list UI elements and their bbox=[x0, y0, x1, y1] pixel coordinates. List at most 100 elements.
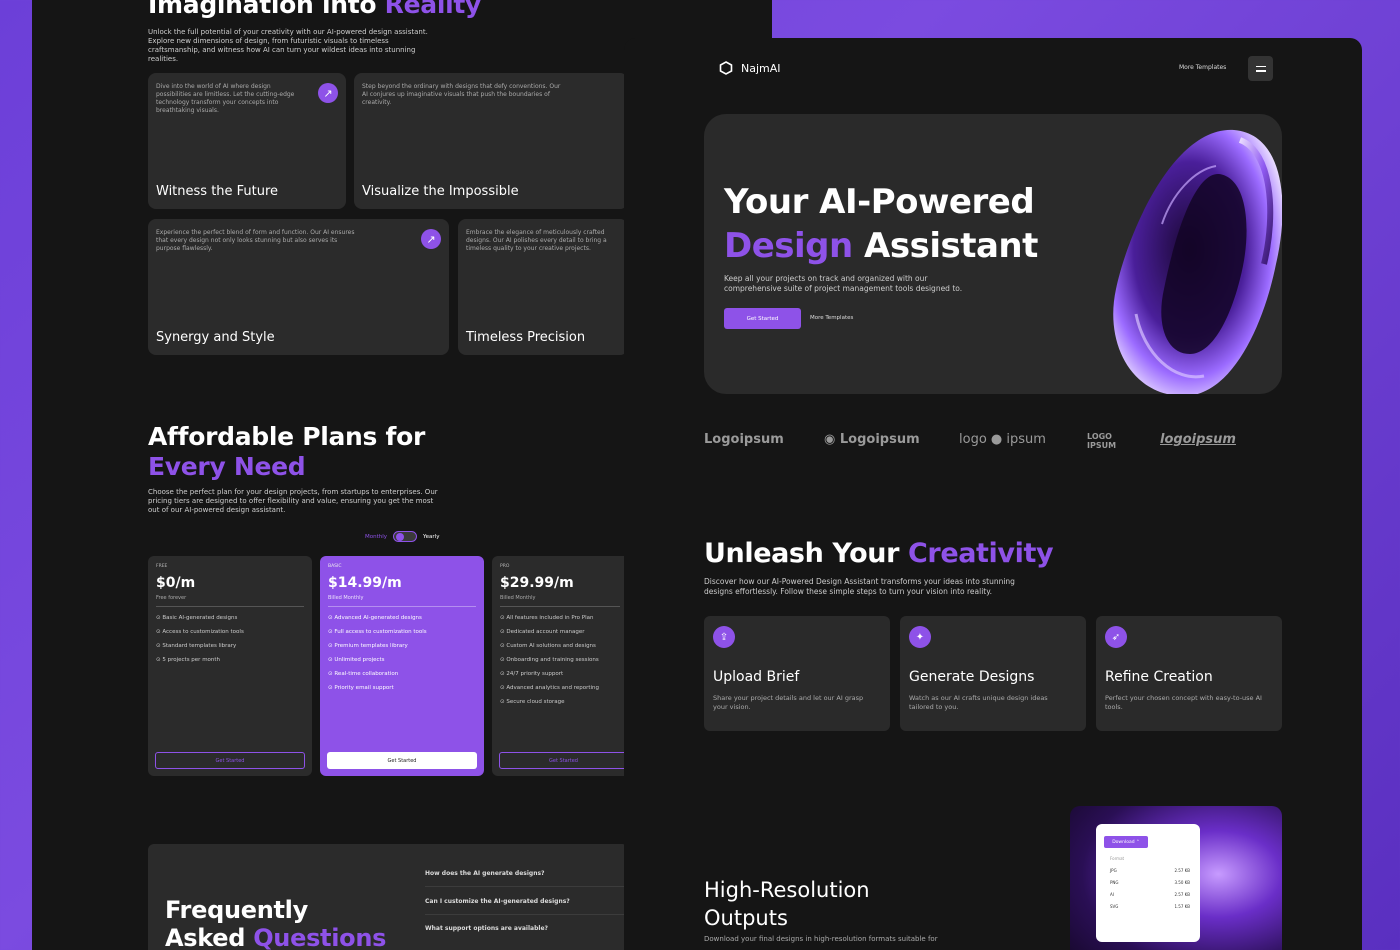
creativity-title-part: Unleash Your bbox=[704, 538, 908, 569]
outputs-title-line: Outputs bbox=[704, 906, 788, 930]
right-page: NajmAI More Templates Your AI-Powered De… bbox=[624, 38, 1362, 950]
step-desc: Share your project details and let our A… bbox=[713, 694, 864, 711]
plan-features: All features included in Pro Plan Dedica… bbox=[500, 615, 620, 705]
hero-heading-accent: Design bbox=[724, 226, 853, 266]
hero-description: Unlock the full potential of your creati… bbox=[148, 28, 428, 63]
nav-more-templates-link[interactable]: More Templates bbox=[1179, 64, 1226, 71]
outputs-description: Download your final designs in high-reso… bbox=[704, 935, 938, 943]
toggle-yearly-label[interactable]: Yearly bbox=[423, 534, 439, 540]
arrow-up-right-icon[interactable]: ↗ bbox=[318, 83, 338, 103]
partner-logo: logo ● ipsum bbox=[959, 432, 1046, 447]
format-size: 2.57 KB bbox=[1174, 868, 1190, 873]
plan-features: Advanced AI-generated designs Full acces… bbox=[328, 615, 476, 691]
plan-tier: PRO bbox=[500, 564, 510, 569]
partner-logo: ◉ Logoipsum bbox=[824, 432, 920, 447]
plans-title-line: Affordable Plans for bbox=[148, 422, 426, 451]
plan-price: $14.99/m bbox=[328, 575, 402, 591]
arrow-up-right-icon[interactable]: ↗ bbox=[421, 229, 441, 249]
step-card-refine[interactable]: ➶ Refine Creation Perfect your chosen co… bbox=[1096, 616, 1282, 731]
creativity-title-accent: Creativity bbox=[907, 538, 1054, 569]
more-templates-link[interactable]: More Templates bbox=[810, 315, 853, 321]
get-started-button[interactable]: Get Started bbox=[155, 752, 305, 769]
faq-question[interactable]: How does the AI generate designs? bbox=[425, 870, 545, 877]
format-row[interactable]: PNG 3.50 KB bbox=[1110, 880, 1190, 885]
step-desc: Perfect your chosen concept with easy-to… bbox=[1105, 694, 1262, 711]
format-header: Format bbox=[1110, 856, 1190, 861]
plan-feature: 5 projects per month bbox=[156, 657, 304, 663]
feature-title: Timeless Precision bbox=[466, 330, 586, 345]
plan-price: $0/m bbox=[156, 575, 196, 591]
feature-desc: Dive into the world of AI where design p… bbox=[156, 83, 295, 114]
faq-title-line: Asked bbox=[165, 924, 254, 950]
hero-heading-line: Assistant bbox=[852, 226, 1038, 266]
hero-heading-line: Your AI-Powered bbox=[724, 182, 1035, 222]
faq-question[interactable]: What support options are available? bbox=[425, 925, 548, 932]
plan-feature: Unlimited projects bbox=[328, 657, 476, 663]
format-row[interactable]: SVG 1.57 KB bbox=[1110, 904, 1190, 909]
hero-card: Your AI-Powered Design Assistant Keep al… bbox=[704, 114, 1282, 394]
menu-button[interactable] bbox=[1248, 56, 1273, 81]
divider bbox=[500, 606, 620, 607]
step-card-upload[interactable]: ⇪ Upload Brief Share your project detail… bbox=[704, 616, 890, 731]
get-started-button[interactable]: Get Started bbox=[724, 308, 801, 329]
download-preview-image: Download ⌃ Format JPG 2.57 KB PNG 3.50 KB … bbox=[1070, 806, 1282, 950]
plan-tier: FREE bbox=[156, 564, 168, 569]
divider bbox=[156, 606, 304, 607]
format-row[interactable]: AI 2.57 KB bbox=[1110, 892, 1190, 897]
outputs-title-line: High-Resolution bbox=[704, 878, 870, 902]
partner-logo-text: ipsum bbox=[1006, 432, 1046, 447]
step-desc: Watch as our AI crafts unique design ide… bbox=[909, 694, 1048, 711]
hamburger-icon-bar bbox=[1255, 65, 1266, 67]
faq-title: Frequently Asked Questions bbox=[165, 896, 386, 950]
feature-card[interactable]: Embrace the elegance of meticulously cra… bbox=[458, 219, 628, 355]
billing-toggle[interactable] bbox=[393, 531, 418, 542]
hexagon-logo-icon bbox=[719, 61, 733, 75]
plan-feature: Basic AI-generated designs bbox=[156, 615, 304, 621]
hero-title: Imagination into Reality bbox=[148, 0, 481, 19]
format-row[interactable]: JPG 2.57 KB bbox=[1110, 868, 1190, 873]
plans-title: Affordable Plans for Every Need bbox=[148, 422, 425, 482]
step-card-generate[interactable]: ✦ Generate Designs Watch as our AI craft… bbox=[900, 616, 1086, 731]
feature-title: Witness the Future bbox=[156, 184, 279, 199]
feature-card[interactable]: Experience the perfect blend of form and… bbox=[148, 219, 449, 355]
creativity-description: Discover how our AI-Powered Design Assis… bbox=[704, 577, 1015, 596]
hamburger-icon-bar bbox=[1255, 70, 1266, 72]
download-panel: Download ⌃ Format JPG 2.57 KB PNG 3.50 KB … bbox=[1096, 824, 1200, 942]
plan-feature: Premium templates library bbox=[328, 643, 476, 649]
plan-price: $29.99/m bbox=[500, 575, 574, 591]
download-button[interactable]: Download ⌃ bbox=[1104, 836, 1148, 848]
feature-card[interactable]: Dive into the world of AI where design p… bbox=[148, 73, 346, 209]
format-size: 2.57 KB bbox=[1174, 892, 1190, 897]
plan-feature: Real-time collaboration bbox=[328, 671, 476, 677]
creativity-title: Unleash Your Creativity bbox=[704, 538, 1054, 569]
hero-title-part: Imagination into bbox=[148, 0, 385, 19]
plan-card-free: FREE $0/m Free forever Basic AI-generate… bbox=[148, 556, 312, 776]
step-title: Upload Brief bbox=[713, 669, 800, 685]
get-started-button[interactable]: Get Started bbox=[499, 752, 628, 769]
toggle-monthly-label[interactable]: Monthly bbox=[365, 534, 387, 540]
plan-feature: Access to customization tools bbox=[156, 629, 304, 635]
plan-billing: Free forever bbox=[156, 595, 187, 601]
feature-card[interactable]: Step beyond the ordinary with designs th… bbox=[354, 73, 628, 209]
partner-logo-text: logo bbox=[959, 432, 987, 447]
partner-logo: LOGO IPSUM bbox=[1087, 432, 1117, 450]
faq-question[interactable]: Can I customize the AI-generated designs… bbox=[425, 898, 570, 905]
get-started-button[interactable]: Get Started bbox=[327, 752, 477, 769]
divider bbox=[425, 914, 625, 915]
sparkle-icon: ✦ bbox=[909, 626, 931, 648]
plan-feature: Advanced analytics and reporting bbox=[500, 685, 620, 691]
faq-title-line: Frequently bbox=[165, 896, 308, 924]
plan-feature: Full access to customization tools bbox=[328, 629, 476, 635]
format-name: JPG bbox=[1110, 868, 1117, 873]
plan-card-pro: PRO $29.99/m Billed Monthly All features… bbox=[492, 556, 628, 776]
plan-feature: Dedicated account manager bbox=[500, 629, 620, 635]
plans-description: Choose the perfect plan for your design … bbox=[148, 488, 438, 514]
format-name: AI bbox=[1110, 892, 1114, 897]
plan-features: Basic AI-generated designs Access to cus… bbox=[156, 615, 304, 663]
plan-feature: Onboarding and training sessions bbox=[500, 657, 620, 663]
hero-title-accent: Reality bbox=[384, 0, 482, 19]
step-title: Refine Creation bbox=[1105, 669, 1213, 685]
feature-desc: Step beyond the ordinary with designs th… bbox=[362, 83, 561, 106]
brand-logo[interactable]: NajmAI bbox=[719, 61, 781, 75]
faq-section: Frequently Asked Questions How does the … bbox=[148, 844, 628, 950]
